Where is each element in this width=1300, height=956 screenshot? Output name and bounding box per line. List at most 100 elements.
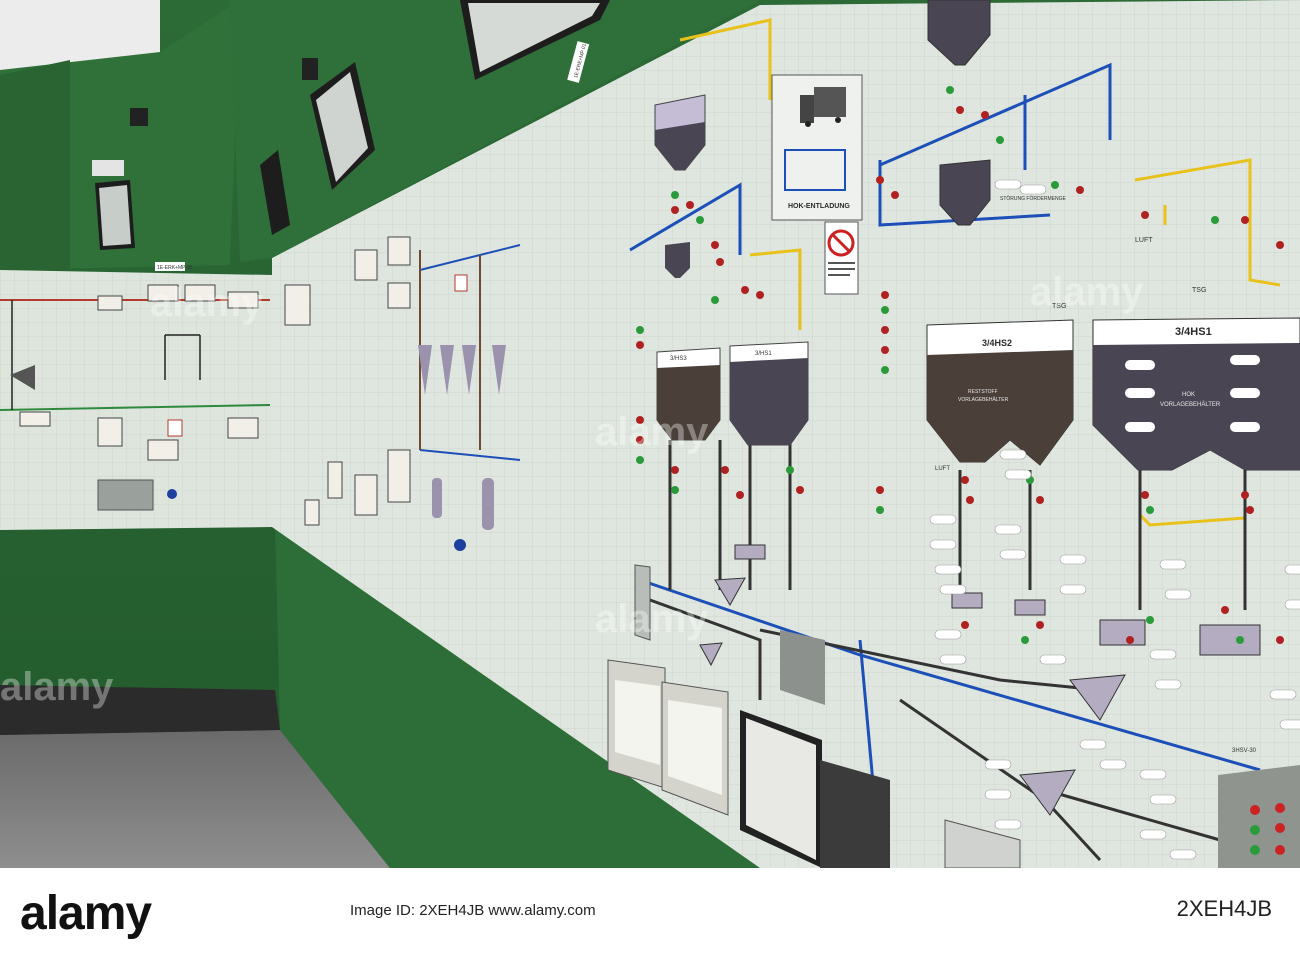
indicator-lamp [1051, 181, 1059, 189]
indicator-lamp [876, 176, 884, 184]
indicator-lamp [756, 291, 764, 299]
indicator-lamp [981, 111, 989, 119]
tank-hs1-line2: VORLAGEBEHÄLTER [1160, 401, 1221, 408]
indicator-lamp [741, 286, 749, 294]
watermark-3: alamy [1030, 270, 1144, 314]
value-pill [1269, 689, 1297, 700]
value-pill [999, 549, 1027, 560]
indicator-lamp [1141, 211, 1149, 219]
indicator-lamp [636, 456, 644, 464]
value-pill [1039, 654, 1067, 665]
watermark-2: alamy [595, 410, 709, 454]
indicator-lamp [1021, 636, 1029, 644]
tank-3hs3-label: 3/HS3 [670, 356, 687, 362]
value-pill [999, 449, 1027, 460]
value-pill [1004, 469, 1032, 480]
hsv30-label: 3HSV-30 [1232, 748, 1257, 754]
value-pill [1164, 589, 1192, 600]
value-pill [1079, 739, 1107, 750]
control-room-photo: HOK-ENTLADUNG 3/HS3 3/HS1 3/4HS2 RESTSTO… [0, 0, 1300, 868]
value-pill [1099, 759, 1127, 770]
indicator-lamp [876, 486, 884, 494]
indicator-lamp [1276, 636, 1284, 644]
indicator-lamp [881, 346, 889, 354]
indicator-lamp [966, 496, 974, 504]
indicator-lamp [721, 466, 729, 474]
indicator-lamp [1246, 506, 1254, 514]
no-switching-sign [824, 221, 859, 295]
value-pill [1139, 769, 1167, 780]
stock-image-id: 2XEH4JB [1176, 896, 1272, 921]
indicator-lamp [1221, 606, 1229, 614]
value-pill [1159, 559, 1187, 570]
stoerung-label: STÖRUNG FÖRDERMENGE [1000, 195, 1067, 202]
value-pill [1059, 554, 1087, 565]
indicator-lamp [1236, 636, 1244, 644]
value-pill [1284, 599, 1300, 610]
hok-unloading: HOK-ENTLADUNG [771, 74, 863, 221]
indicator-lamp [786, 466, 794, 474]
watermark-5: alamy [595, 597, 709, 641]
tank-hs1-line1: HOK [1182, 392, 1195, 398]
watermark-4: alamy [0, 665, 114, 709]
indicator-lamp [881, 326, 889, 334]
stock-info: Image ID: 2XEH4JB www.alamy.com [350, 902, 596, 919]
indicator-lamp [881, 306, 889, 314]
value-pill [994, 524, 1022, 535]
indicator-lamp [686, 201, 694, 209]
indicator-lamp [1141, 491, 1149, 499]
indicator-lamp [671, 486, 679, 494]
indicator-lamp [671, 191, 679, 199]
indicator-lamp [1211, 216, 1219, 224]
indicator-lamp [1241, 491, 1249, 499]
tank-3-4hs2: 3/4HS2 RESTSTOFF VORLAGEBEHÄLTER [926, 319, 1074, 466]
indicator-lamp [881, 291, 889, 299]
indicator-lamp [636, 326, 644, 334]
indicator-lamp [1076, 186, 1084, 194]
tank-3-4hs1: 3/4HS1 HOK VORLAGEBEHÄLTER [1092, 317, 1300, 471]
indicator-lamp [961, 476, 969, 484]
value-pill [939, 654, 967, 665]
indicator-lamp [1036, 496, 1044, 504]
indicator-lamp [1276, 241, 1284, 249]
value-pill [1169, 849, 1197, 860]
tank-hs2-line2: VORLAGEBEHÄLTER [958, 396, 1009, 403]
value-pill [934, 629, 962, 640]
value-pill [1149, 794, 1177, 805]
indicator-lamp [1126, 636, 1134, 644]
indicator-lamp [736, 491, 744, 499]
value-pill [1019, 184, 1047, 195]
stock-logo[interactable]: alamy [20, 886, 152, 941]
watermark-1: alamy [150, 281, 264, 325]
indicator-lamp [711, 296, 719, 304]
value-pill [934, 564, 962, 575]
indicator-lamp [891, 191, 899, 199]
luft-mid-label: LUFT [935, 466, 950, 472]
tank-hs2-title: 3/4HS2 [982, 338, 1012, 348]
value-pill [1279, 719, 1300, 730]
indicator-lamp [711, 241, 719, 249]
tank-3hs1-label: 3/HS1 [755, 351, 772, 357]
tank-hs2-line1: RESTSTOFF [968, 389, 998, 395]
value-pill [929, 539, 957, 550]
value-pill [1149, 649, 1177, 660]
indicator-lamp [961, 621, 969, 629]
value-pill [1059, 584, 1087, 595]
indicator-lamp [671, 206, 679, 214]
indicator-lamp [956, 106, 964, 114]
indicator-lamp [696, 216, 704, 224]
stock-footer: alamy Image ID: 2XEH4JB www.alamy.com 2X… [0, 868, 1300, 956]
indicator-lamp [636, 341, 644, 349]
value-pill [984, 759, 1012, 770]
tank-hs1-title: 3/4HS1 [1175, 326, 1212, 338]
luft-right-label: LUFT [1135, 237, 1153, 244]
value-pill [994, 179, 1022, 190]
value-pill [1154, 679, 1182, 690]
indicator-lamp [1241, 216, 1249, 224]
indicator-lamp [796, 486, 804, 494]
indicator-lamp [881, 366, 889, 374]
indicator-lamp [946, 86, 954, 94]
tsg-label-2: TSG [1192, 287, 1206, 294]
indicator-lamp [671, 466, 679, 474]
indicator-lamp [716, 258, 724, 266]
